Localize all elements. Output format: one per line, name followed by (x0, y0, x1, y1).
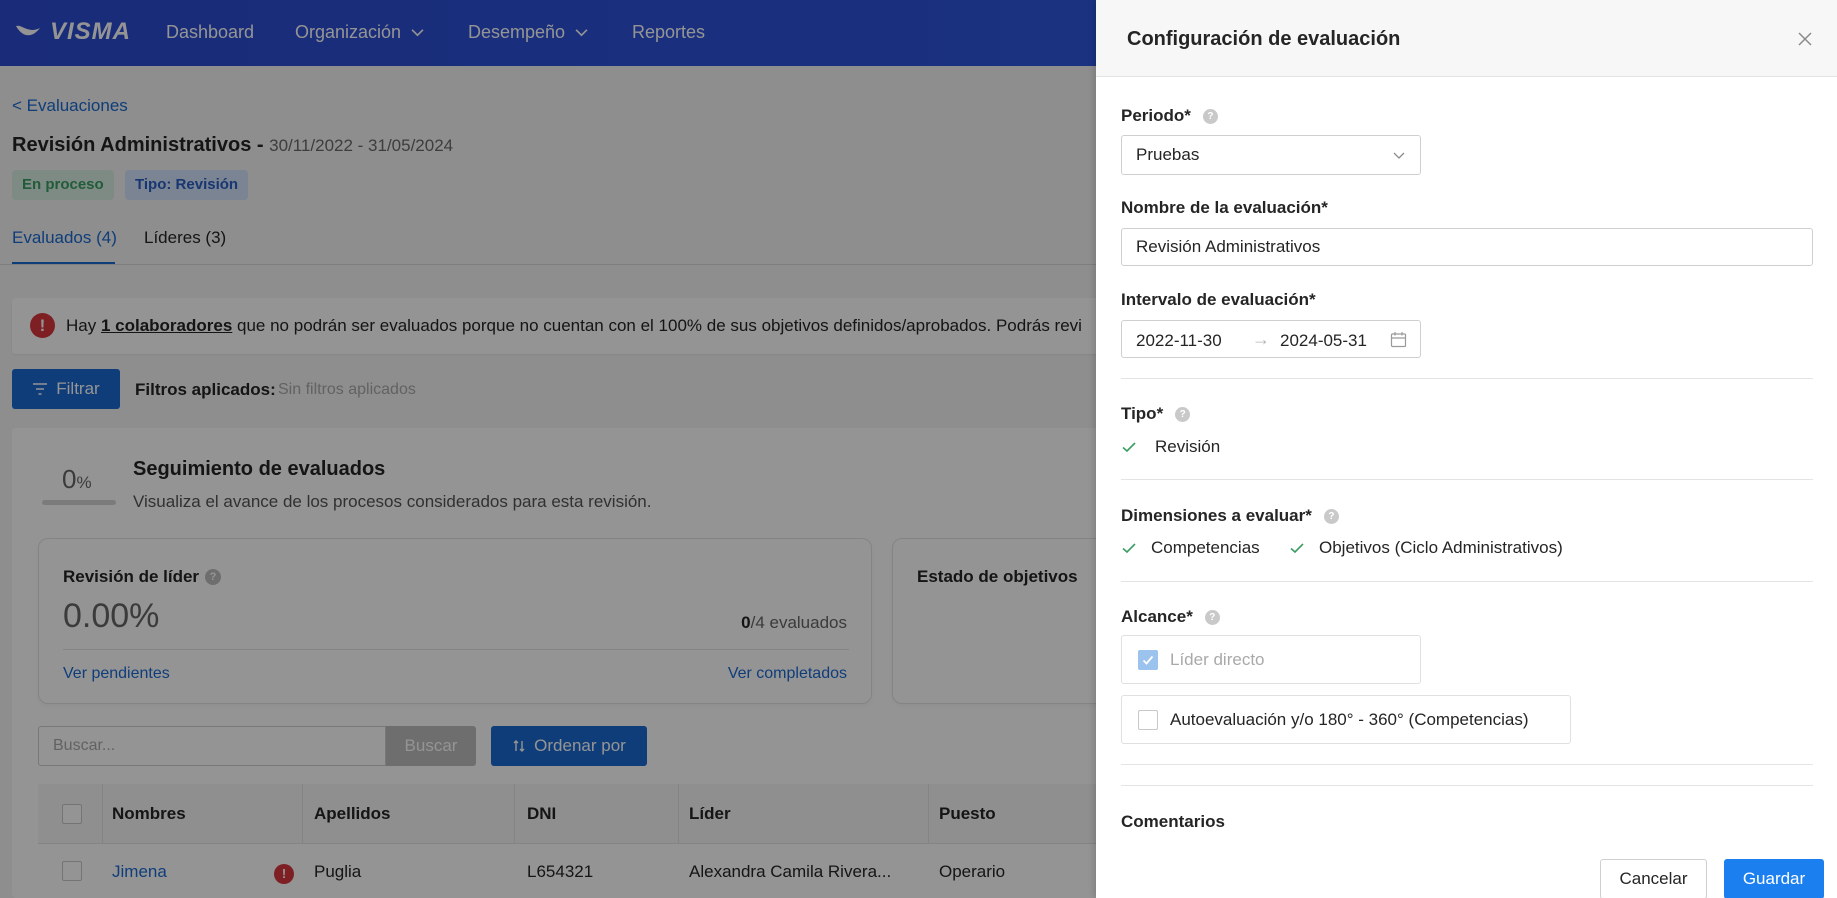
section-divider (1121, 581, 1813, 582)
option-lider-directo: Líder directo (1121, 635, 1421, 684)
help-icon[interactable]: ? (1204, 609, 1220, 625)
help-icon[interactable]: ? (1175, 406, 1191, 422)
dimension-objetivos: Objetivos (Ciclo Administrativos) (1289, 538, 1563, 558)
check-icon (1290, 543, 1304, 554)
alcance-label-text: Alcance* (1121, 607, 1193, 626)
alcance-label: Alcance* ? (1121, 607, 1220, 627)
tipo-label: Tipo* ? (1121, 404, 1191, 424)
start-date[interactable]: 2022-11-30 (1136, 331, 1222, 351)
help-icon[interactable]: ? (1323, 508, 1339, 524)
section-divider (1121, 785, 1813, 786)
dimensiones-label-text: Dimensiones a evaluar* (1121, 506, 1312, 525)
periodo-select[interactable]: Pruebas (1121, 135, 1421, 175)
option-label: Autoevaluación y/o 180° - 360° (Competen… (1170, 709, 1529, 729)
intervalo-label: Intervalo de evaluación* (1121, 290, 1316, 310)
comentarios-label-text: Comentarios (1121, 812, 1225, 831)
range-arrow-icon: → (1252, 329, 1270, 349)
help-icon[interactable]: ? (1202, 108, 1218, 124)
periodo-label-text: Periodo* (1121, 106, 1191, 125)
comentarios-label: Comentarios (1121, 812, 1225, 832)
intervalo-label-text: Intervalo de evaluación* (1121, 290, 1316, 309)
section-divider (1121, 764, 1813, 765)
check-icon (1122, 543, 1136, 554)
nombre-label-text: Nombre de la evaluación* (1121, 198, 1328, 217)
nombre-label: Nombre de la evaluación* (1121, 198, 1328, 218)
save-button[interactable]: Guardar (1724, 859, 1824, 898)
periodo-value: Pruebas (1136, 145, 1200, 164)
option-label: Líder directo (1170, 649, 1265, 669)
autoevaluacion-checkbox[interactable] (1138, 709, 1158, 730)
dimension-label: Objetivos (Ciclo Administrativos) (1319, 538, 1563, 557)
cancel-button[interactable]: Cancelar (1600, 859, 1707, 898)
close-icon[interactable] (1796, 30, 1814, 48)
periodo-label: Periodo* ? (1121, 106, 1218, 126)
check-icon (1122, 442, 1136, 453)
drawer-title: Configuración de evaluación (1127, 28, 1401, 50)
section-divider (1121, 378, 1813, 379)
calendar-icon[interactable] (1390, 331, 1407, 348)
app-root: VISMA Dashboard Organización Desempeño R… (0, 0, 1837, 898)
evaluation-config-drawer: Configuración de evaluación Periodo* ? P… (1096, 0, 1837, 898)
dimension-competencias: Competencias (1121, 538, 1260, 558)
dimensiones-label: Dimensiones a evaluar* ? (1121, 506, 1339, 526)
dimension-label: Competencias (1151, 538, 1260, 557)
option-autoevaluacion[interactable]: Autoevaluación y/o 180° - 360° (Competen… (1121, 695, 1571, 744)
section-divider (1121, 479, 1813, 480)
drawer-footer: Cancelar Guardar (1096, 840, 1837, 898)
tipo-label-text: Tipo* (1121, 404, 1164, 423)
end-date[interactable]: 2024-05-31 (1280, 331, 1367, 351)
date-range-picker[interactable]: 2022-11-30 → 2024-05-31 (1121, 320, 1421, 358)
chevron-down-icon (1393, 152, 1405, 159)
evaluation-name-input[interactable] (1121, 228, 1813, 266)
tipo-value: Revisión (1121, 437, 1220, 457)
lider-directo-checkbox (1138, 649, 1158, 670)
check-icon (1142, 655, 1154, 665)
tipo-value-text: Revisión (1155, 437, 1221, 456)
drawer-header: Configuración de evaluación (1096, 0, 1837, 77)
